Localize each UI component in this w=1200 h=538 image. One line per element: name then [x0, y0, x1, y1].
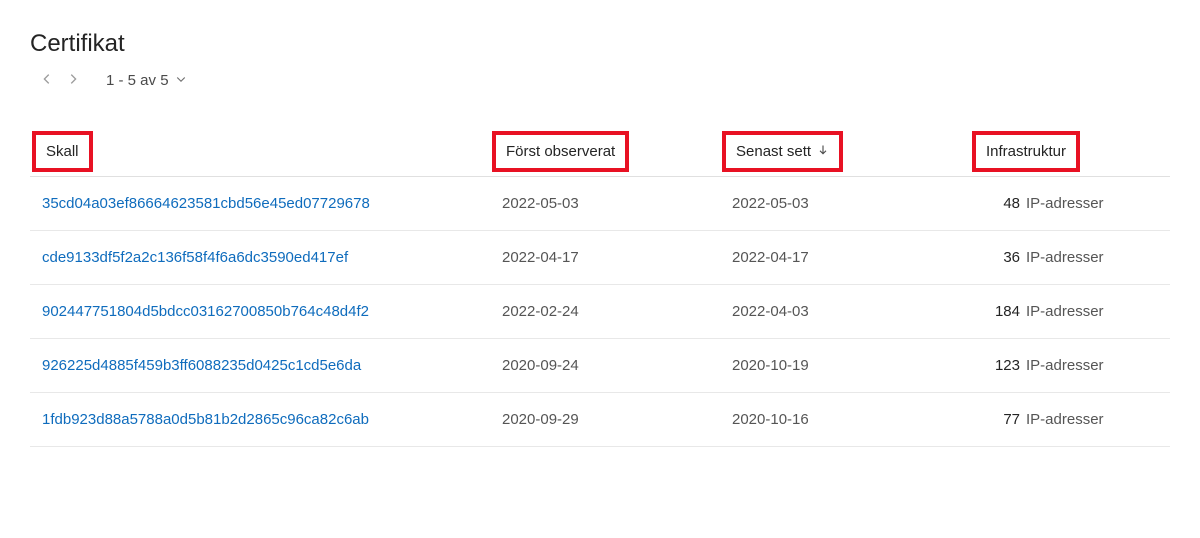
cell-first-observed: 2020-09-24 [490, 339, 720, 393]
infra-unit: IP-adresser [1026, 249, 1104, 266]
cell-last-seen: 2022-04-03 [720, 285, 970, 339]
cell-last-seen: 2020-10-19 [720, 339, 970, 393]
infra-count: 184 [982, 303, 1020, 320]
cell-last-seen: 2020-10-16 [720, 393, 970, 447]
column-header-text: Först observerat [506, 143, 615, 160]
table-row: 926225d4885f459b3ff6088235d0425c1cd5e6da… [30, 339, 1170, 393]
cell-shall-link[interactable]: 35cd04a03ef86664623581cbd56e45ed07729678 [30, 177, 490, 231]
pager-next-button[interactable] [66, 74, 80, 88]
infra-unit: IP-adresser [1026, 357, 1104, 374]
chevron-right-icon [66, 72, 80, 89]
column-header-text: Senast sett [736, 143, 811, 160]
cell-last-seen: 2022-04-17 [720, 231, 970, 285]
column-header-text: Infrastruktur [986, 143, 1066, 160]
header-highlight: Senast sett [722, 131, 843, 172]
cell-shall-link[interactable]: 902447751804d5bdcc03162700850b764c48d4f2 [30, 285, 490, 339]
column-header-text: Skall [46, 143, 79, 160]
pager-range-text: 1 - 5 av 5 [106, 72, 169, 89]
table-row: 35cd04a03ef86664623581cbd56e45ed07729678… [30, 177, 1170, 231]
header-highlight: Infrastruktur [972, 131, 1080, 172]
page-title: Certifikat [30, 30, 1170, 58]
infra-unit: IP-adresser [1026, 195, 1104, 212]
cell-shall-link[interactable]: 926225d4885f459b3ff6088235d0425c1cd5e6da [30, 339, 490, 393]
cell-last-seen: 2022-05-03 [720, 177, 970, 231]
cell-infrastructure: 123 IP-adresser [970, 339, 1170, 393]
cell-shall-link[interactable]: 1fdb923d88a5788a0d5b81b2d2865c96ca82c6ab [30, 393, 490, 447]
cell-shall-link[interactable]: cde9133df5f2a2c136f58f4f6a6dc3590ed417ef [30, 231, 490, 285]
header-highlight: Skall [32, 131, 93, 172]
table-body: 35cd04a03ef86664623581cbd56e45ed07729678… [30, 177, 1170, 447]
sort-descending-icon [817, 143, 829, 160]
table-row: 1fdb923d88a5788a0d5b81b2d2865c96ca82c6ab… [30, 393, 1170, 447]
cell-first-observed: 2020-09-29 [490, 393, 720, 447]
infra-count: 77 [982, 411, 1020, 428]
cell-infrastructure: 48 IP-adresser [970, 177, 1170, 231]
cell-first-observed: 2022-02-24 [490, 285, 720, 339]
column-header-last-seen[interactable]: Senast sett [720, 129, 970, 177]
table-row: cde9133df5f2a2c136f58f4f6a6dc3590ed417ef… [30, 231, 1170, 285]
column-header-first-observed[interactable]: Först observerat [490, 129, 720, 177]
header-highlight: Först observerat [492, 131, 629, 172]
cell-first-observed: 2022-05-03 [490, 177, 720, 231]
pager-prev-button[interactable] [40, 74, 54, 88]
infra-unit: IP-adresser [1026, 303, 1104, 320]
infra-count: 36 [982, 249, 1020, 266]
cell-first-observed: 2022-04-17 [490, 231, 720, 285]
chevron-left-icon [40, 72, 54, 89]
column-header-infrastructure[interactable]: Infrastruktur [970, 129, 1170, 177]
chevron-down-icon [175, 72, 187, 89]
cell-infrastructure: 184 IP-adresser [970, 285, 1170, 339]
cell-infrastructure: 77 IP-adresser [970, 393, 1170, 447]
cell-infrastructure: 36 IP-adresser [970, 231, 1170, 285]
table-row: 902447751804d5bdcc03162700850b764c48d4f2… [30, 285, 1170, 339]
pagination-bar: 1 - 5 av 5 [30, 72, 1170, 89]
infra-unit: IP-adresser [1026, 411, 1104, 428]
certificates-table: Skall Först observerat Senast sett [30, 129, 1170, 447]
infra-count: 48 [982, 195, 1020, 212]
pager-range-dropdown[interactable]: 1 - 5 av 5 [106, 72, 187, 89]
infra-count: 123 [982, 357, 1020, 374]
column-header-shall[interactable]: Skall [30, 129, 490, 177]
